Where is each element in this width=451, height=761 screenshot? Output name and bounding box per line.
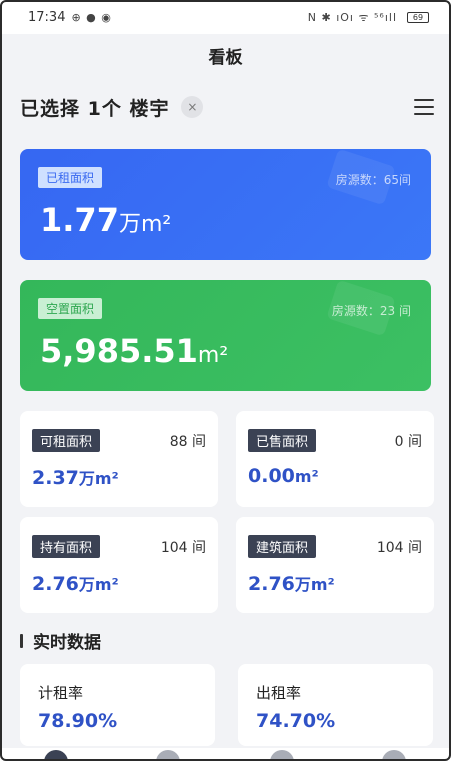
vacant-area-tag: 空置面积 (38, 298, 103, 319)
stat-count: 0 间 (394, 434, 422, 450)
status-bar: 17:34 ⊕ ● ◉ N ✱ ıOı ᯤ ⁵⁶ıll 69 (0, 0, 451, 34)
occupancy-rate-card[interactable]: 出租率 74.70% (238, 664, 433, 746)
rate-label: 出租率 (256, 684, 302, 702)
nav-bar: 看板 (0, 34, 451, 76)
rentable-area-card[interactable]: 可租面积 88 间 2.37万m² (20, 411, 218, 507)
section-marker (20, 633, 23, 648)
owned-area-card[interactable]: 持有面积 104 间 2.76万m² (20, 517, 218, 613)
rented-area-tag: 已租面积 (38, 167, 103, 188)
selection-row: 已选择 1个 楼宇 × (20, 90, 434, 124)
vacant-area-card[interactable]: 空置面积 房源数：23 间 5,985.51m² (20, 280, 431, 391)
battery-icon: 69 (407, 11, 429, 23)
stat-value: 2.37万m² (32, 467, 119, 489)
tab-grid-icon[interactable] (156, 750, 180, 761)
stat-count: 88 间 (169, 434, 206, 450)
rate-value: 78.90% (38, 710, 118, 732)
stat-value: 0.00m² (248, 465, 319, 487)
building-area-card[interactable]: 建筑面积 104 间 2.76万m² (236, 517, 434, 613)
stat-count: 104 间 (160, 540, 206, 556)
system-icons: N ✱ ıOı ᯤ ⁵⁶ıll (307, 10, 397, 24)
bottom-tab-bar (0, 748, 451, 761)
notification-icons: ⊕ ● ◉ (71, 10, 112, 24)
vacant-count: 房源数：23 间 (331, 304, 411, 318)
status-time: 17:34 (28, 9, 66, 25)
page-title: 看板 (208, 47, 243, 68)
stat-tag: 已售面积 (248, 429, 317, 452)
rented-area-value: 1.77万m² (40, 201, 172, 239)
selection-text[interactable]: 已选择 1个 楼宇 (20, 94, 169, 121)
rented-area-card[interactable]: 已租面积 房源数：65间 1.77万m² (20, 149, 431, 260)
stat-value: 2.76万m² (32, 573, 119, 595)
vacant-area-value: 5,985.51m² (40, 332, 229, 370)
rate-value: 74.70% (256, 710, 336, 732)
tab-message-icon[interactable] (270, 750, 294, 761)
stat-tag: 持有面积 (32, 535, 101, 558)
sold-area-card[interactable]: 已售面积 0 间 0.00m² (236, 411, 434, 507)
rented-count: 房源数：65间 (335, 173, 411, 187)
menu-icon[interactable] (414, 99, 434, 115)
stat-count: 104 间 (376, 540, 422, 556)
stat-tag: 建筑面积 (248, 535, 317, 558)
tab-home-icon[interactable] (44, 750, 68, 761)
billing-rate-card[interactable]: 计租率 78.90% (20, 664, 215, 746)
realtime-section-header: 实时数据 (20, 628, 101, 653)
tab-profile-icon[interactable] (382, 750, 406, 761)
section-title: 实时数据 (33, 633, 101, 653)
clear-selection-button[interactable]: × (181, 96, 204, 118)
stat-value: 2.76万m² (248, 573, 335, 595)
stat-tag: 可租面积 (32, 429, 101, 452)
rate-label: 计租率 (38, 684, 84, 702)
